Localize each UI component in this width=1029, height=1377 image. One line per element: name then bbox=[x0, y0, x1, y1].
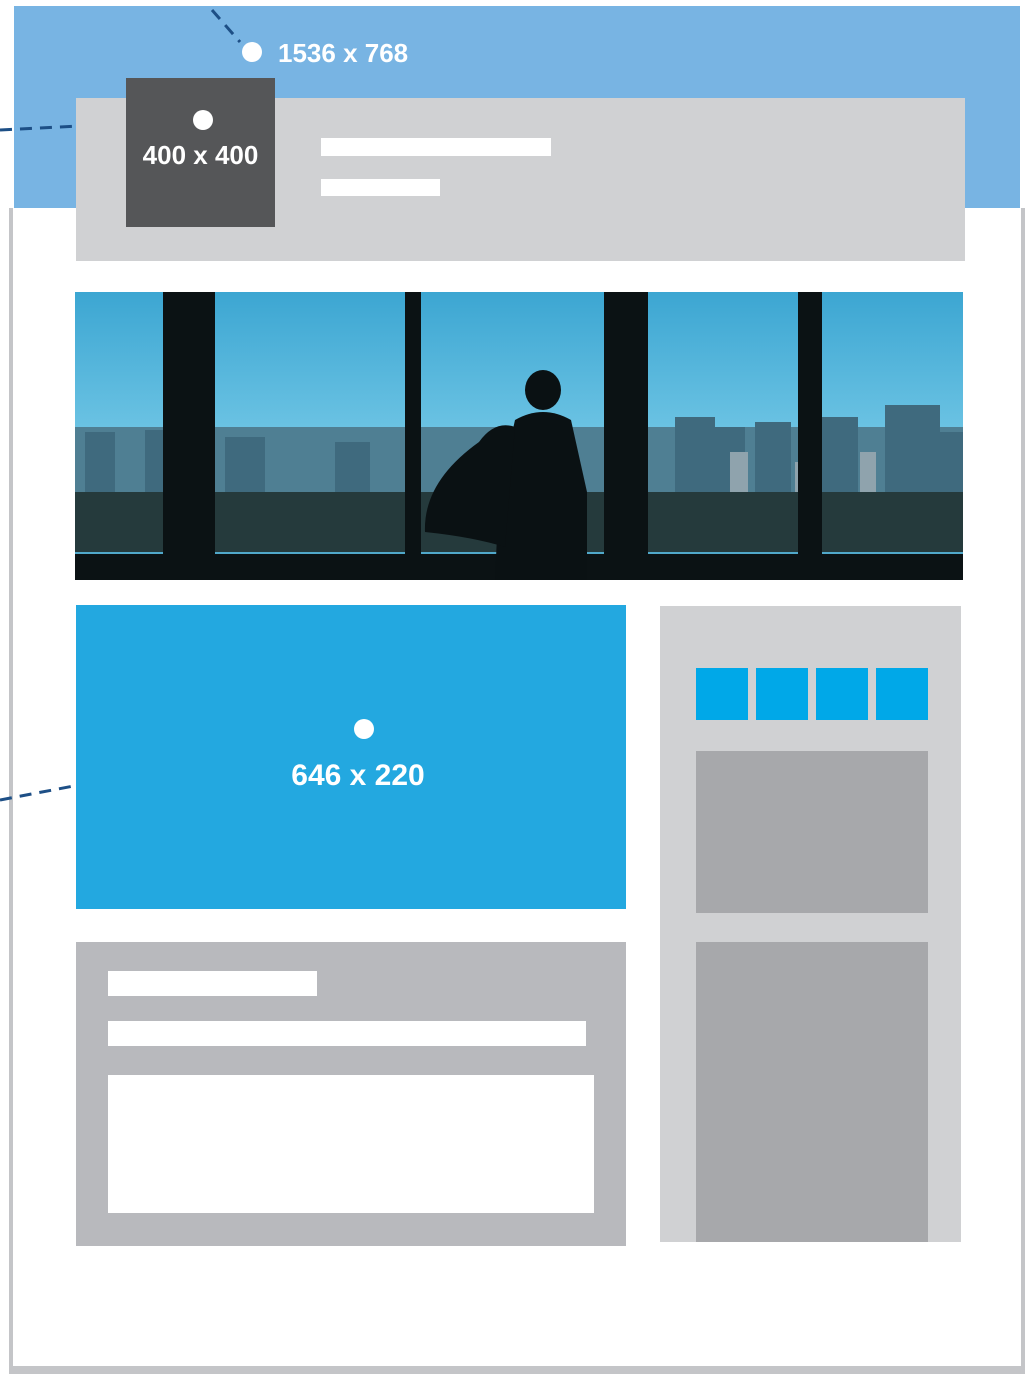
sidebar-tab-3[interactable] bbox=[816, 668, 868, 720]
header-title-placeholder bbox=[321, 138, 551, 156]
cover-size-label: 1536 x 768 bbox=[278, 38, 409, 68]
sidebar-tab-2[interactable] bbox=[756, 668, 808, 720]
profile-marker-dot bbox=[193, 110, 213, 130]
profile-picture: 400 x 400 bbox=[126, 78, 275, 227]
profile-size-label: 400 x 400 bbox=[142, 140, 259, 170]
sidebar-tab-4[interactable] bbox=[876, 668, 928, 720]
promo-marker-dot bbox=[354, 719, 374, 739]
cover-marker-dot bbox=[242, 42, 262, 62]
promo-block: 646 x 220 bbox=[76, 605, 626, 909]
header-subtitle-placeholder bbox=[321, 179, 440, 196]
sidebar-widget-1 bbox=[696, 751, 928, 913]
sidebar-widget-2 bbox=[696, 942, 928, 1242]
content-card bbox=[76, 942, 626, 1246]
promo-size-label: 646 x 220 bbox=[291, 759, 425, 792]
sidebar bbox=[660, 606, 961, 1242]
sidebar-tab-1[interactable] bbox=[696, 668, 748, 720]
content-heading-placeholder bbox=[108, 971, 317, 996]
content-body-placeholder bbox=[108, 1075, 594, 1213]
hero-photo bbox=[75, 292, 963, 580]
content-line-placeholder bbox=[108, 1021, 586, 1046]
